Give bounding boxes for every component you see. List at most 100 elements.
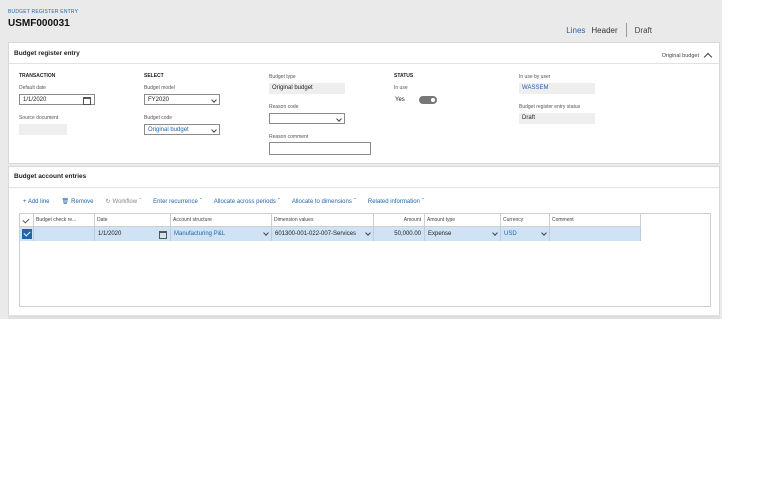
view-switcher: Lines Header Draft <box>566 23 652 37</box>
reason-code-select[interactable] <box>269 113 345 124</box>
allocate-to-dimensions-label: Allocate to dimensions <box>291 198 352 205</box>
reason-code-label: Reason code <box>269 104 299 110</box>
panel-title[interactable]: Budget register entry <box>14 50 80 57</box>
column-header-dimension-values[interactable]: Dimension values <box>272 214 374 226</box>
column-header-account-structure[interactable]: Account structure <box>171 214 272 226</box>
default-date-field[interactable]: 1/1/2020 <box>19 94 95 105</box>
remove-button-label: Remove <box>71 198 94 205</box>
in-use-by-user-field[interactable]: WASSEM <box>519 83 595 94</box>
panel-title[interactable]: Budget account entries <box>14 173 86 180</box>
in-use-label: In use <box>394 85 408 91</box>
column-header-amount-type[interactable]: Amount type <box>425 214 501 226</box>
table-row[interactable]: 1/1/2020 Manufacturing P&L 601300-001-02… <box>20 227 641 241</box>
remove-button[interactable]: 🗑 Remove <box>61 198 94 206</box>
lines-view-link[interactable]: Lines <box>566 26 585 35</box>
chevron-down-icon[interactable] <box>211 127 217 133</box>
status-badge: Draft <box>634 25 652 35</box>
date-cell-value: 1/1/2020 <box>98 231 122 237</box>
add-line-button[interactable]: + Add line <box>23 199 50 205</box>
amount-type-value: Expense <box>428 231 452 237</box>
calendar-icon[interactable] <box>159 231 167 239</box>
view-divider <box>625 23 627 37</box>
chevron-down-icon[interactable] <box>336 116 342 122</box>
calendar-icon[interactable] <box>83 97 91 105</box>
in-use-toggle[interactable] <box>419 96 437 104</box>
panel-summary-text: Original budget <box>661 52 699 59</box>
budget-account-entries-panel: Budget account entries + Add line 🗑 Remo… <box>8 166 720 316</box>
transaction-group-label: TRANSACTION <box>19 73 56 79</box>
budget-code-select[interactable]: Original budget <box>144 124 220 135</box>
breadcrumb[interactable]: BUDGET REGISTER ENTRY <box>8 9 78 15</box>
column-header-budget-check[interactable]: Budget check re... <box>34 214 95 226</box>
entry-status-field: Draft <box>519 113 595 124</box>
workflow-icon: ↻ <box>105 199 111 205</box>
budget-model-value: FY2020 <box>148 97 170 103</box>
chevron-down-icon[interactable] <box>211 97 217 103</box>
in-use-value: Yes <box>395 97 405 103</box>
checkmark-icon <box>22 216 30 224</box>
chevron-down-icon: ˇ <box>139 198 142 205</box>
related-information-menu[interactable]: Related information ˇ <box>368 199 424 205</box>
next-section-edge <box>8 315 720 319</box>
chevron-down-icon[interactable] <box>492 230 498 236</box>
chevron-down-icon[interactable] <box>263 230 269 236</box>
trash-icon: 🗑 <box>61 199 70 205</box>
chevron-up-icon[interactable] <box>703 52 713 62</box>
reason-comment-label: Reason comment <box>269 134 309 140</box>
chevron-down-icon[interactable] <box>365 230 371 236</box>
grid-header: Budget check re... Date Account structur… <box>20 214 641 227</box>
column-header-date[interactable]: Date <box>95 214 171 226</box>
panel-summary[interactable]: Original budget <box>661 51 713 62</box>
default-date-value: 1/1/2020 <box>23 97 47 103</box>
allocate-to-dimensions-menu[interactable]: Allocate to dimensions ˇ <box>292 199 356 205</box>
account-structure-value: Manufacturing P&L <box>174 231 226 237</box>
workflow-button[interactable]: ↻ Workflow ˇ <box>105 198 142 206</box>
chevron-down-icon: ˇ <box>199 198 202 205</box>
page-title: USMF000031 <box>8 18 70 29</box>
in-use-by-user-label: In use by user <box>519 74 551 80</box>
status-group-label: STATUS <box>394 73 414 79</box>
workflow-button-label: Workflow <box>112 198 138 205</box>
enter-recurrence-menu[interactable]: Enter recurrence ˇ <box>153 199 202 205</box>
budget-lines-grid: Budget check re... Date Account structur… <box>19 213 711 307</box>
column-header-comment[interactable]: Comment <box>550 214 641 226</box>
currency-value: USD <box>504 231 517 237</box>
source-document-label: Source document <box>19 115 59 121</box>
budget-model-label: Budget model <box>144 85 175 91</box>
budget-model-select[interactable]: FY2020 <box>144 94 220 105</box>
row-checkbox[interactable] <box>22 229 32 239</box>
column-header-amount[interactable]: Amount <box>374 214 425 226</box>
column-header-currency[interactable]: Currency <box>501 214 550 226</box>
budget-code-label: Budget code <box>144 115 173 121</box>
budget-check-cell[interactable] <box>34 227 95 241</box>
toggle-knob <box>431 98 435 102</box>
chevron-down-icon: ˇ <box>277 198 280 205</box>
currency-cell[interactable]: USD <box>501 227 550 241</box>
dimension-values-value: 601300-001-022-007-Services <box>275 231 357 237</box>
amount-cell[interactable]: 50,000.00 <box>374 227 425 241</box>
allocate-across-periods-label: Allocate across periods <box>213 198 276 205</box>
entry-status-label: Budget register entry status <box>519 104 581 110</box>
comment-cell[interactable] <box>550 227 641 241</box>
source-document-field <box>19 124 67 135</box>
chevron-down-icon: ˇ <box>353 198 356 205</box>
date-cell[interactable]: 1/1/2020 <box>95 227 171 241</box>
account-structure-cell[interactable]: Manufacturing P&L <box>171 227 272 241</box>
related-information-label: Related information <box>367 198 420 205</box>
row-select-cell[interactable] <box>20 227 34 241</box>
allocate-across-periods-menu[interactable]: Allocate across periods ˇ <box>214 199 280 205</box>
dimension-values-cell[interactable]: 601300-001-022-007-Services <box>272 227 374 241</box>
amount-type-cell[interactable]: Expense <box>425 227 501 241</box>
panel-divider <box>9 63 719 64</box>
chevron-down-icon[interactable] <box>541 230 547 236</box>
budget-type-label: Budget type <box>269 74 296 80</box>
default-date-label: Default date <box>19 85 46 91</box>
select-group-label: SELECT <box>144 73 164 79</box>
budget-register-entry-panel: Budget register entry Original budget TR… <box>8 42 720 164</box>
enter-recurrence-label: Enter recurrence <box>153 198 198 205</box>
reason-comment-field[interactable] <box>269 142 371 155</box>
lines-toolbar: + Add line 🗑 Remove ↻ Workflow ˇ Enter r… <box>23 198 424 206</box>
select-all-column[interactable] <box>20 214 34 226</box>
chevron-down-icon: ˇ <box>421 198 424 205</box>
header-view-link[interactable]: Header <box>591 26 617 35</box>
